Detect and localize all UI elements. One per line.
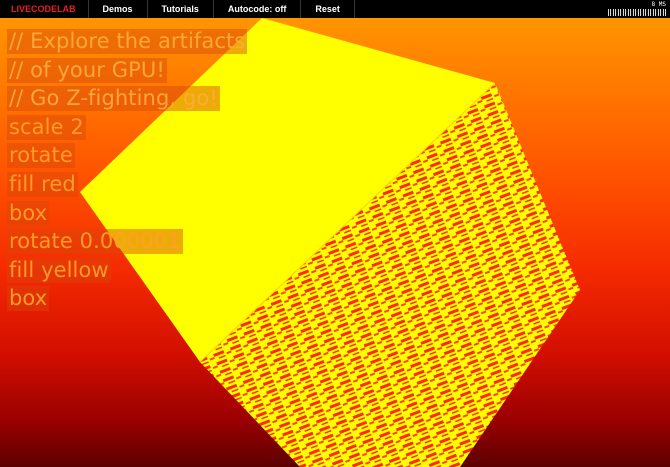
reset-button[interactable]: Reset [301,0,355,18]
code-line: fill red [7,171,78,201]
code-line: rotate [7,143,75,172]
livecodelab-canvas: LIVECODELAB Demos Tutorials Autocode: of… [0,0,670,467]
code-line: fill yellow [7,257,111,287]
code-text: fill red [7,171,78,197]
fps-readout: 8 MS [651,1,666,8]
top-menu-bar: LIVECODELAB Demos Tutorials Autocode: of… [0,0,670,18]
code-line: box [7,286,50,315]
code-text: box [7,200,50,226]
fps-histogram [608,9,666,16]
code-text: // of your GPU! [7,57,167,83]
code-text: rotate 0.000001 [7,229,183,255]
demos-menu[interactable]: Demos [89,0,148,18]
code-line: // of your GPU! [7,57,167,87]
code-text: scale 2 [7,114,86,140]
code-text: // Go Z-fighting, go! [7,86,220,112]
fps-meter: 8 MS [608,1,666,16]
code-line: // Go Z-fighting, go! [7,86,220,115]
code-text: // Explore the artifacts [7,29,248,54]
code-line: box [7,200,50,230]
tutorials-menu[interactable]: Tutorials [148,0,214,18]
code-editor[interactable]: // Explore the artifacts // of your GPU!… [7,29,248,315]
code-line: // Explore the artifacts [7,29,248,58]
logo-link[interactable]: LIVECODELAB [0,0,89,18]
code-text: rotate [7,143,75,169]
code-text: fill yellow [7,257,111,283]
code-text: box [7,286,50,312]
autocode-toggle[interactable]: Autocode: off [214,0,302,18]
code-line: scale 2 [7,114,86,144]
code-line: rotate 0.000001 [7,229,183,258]
